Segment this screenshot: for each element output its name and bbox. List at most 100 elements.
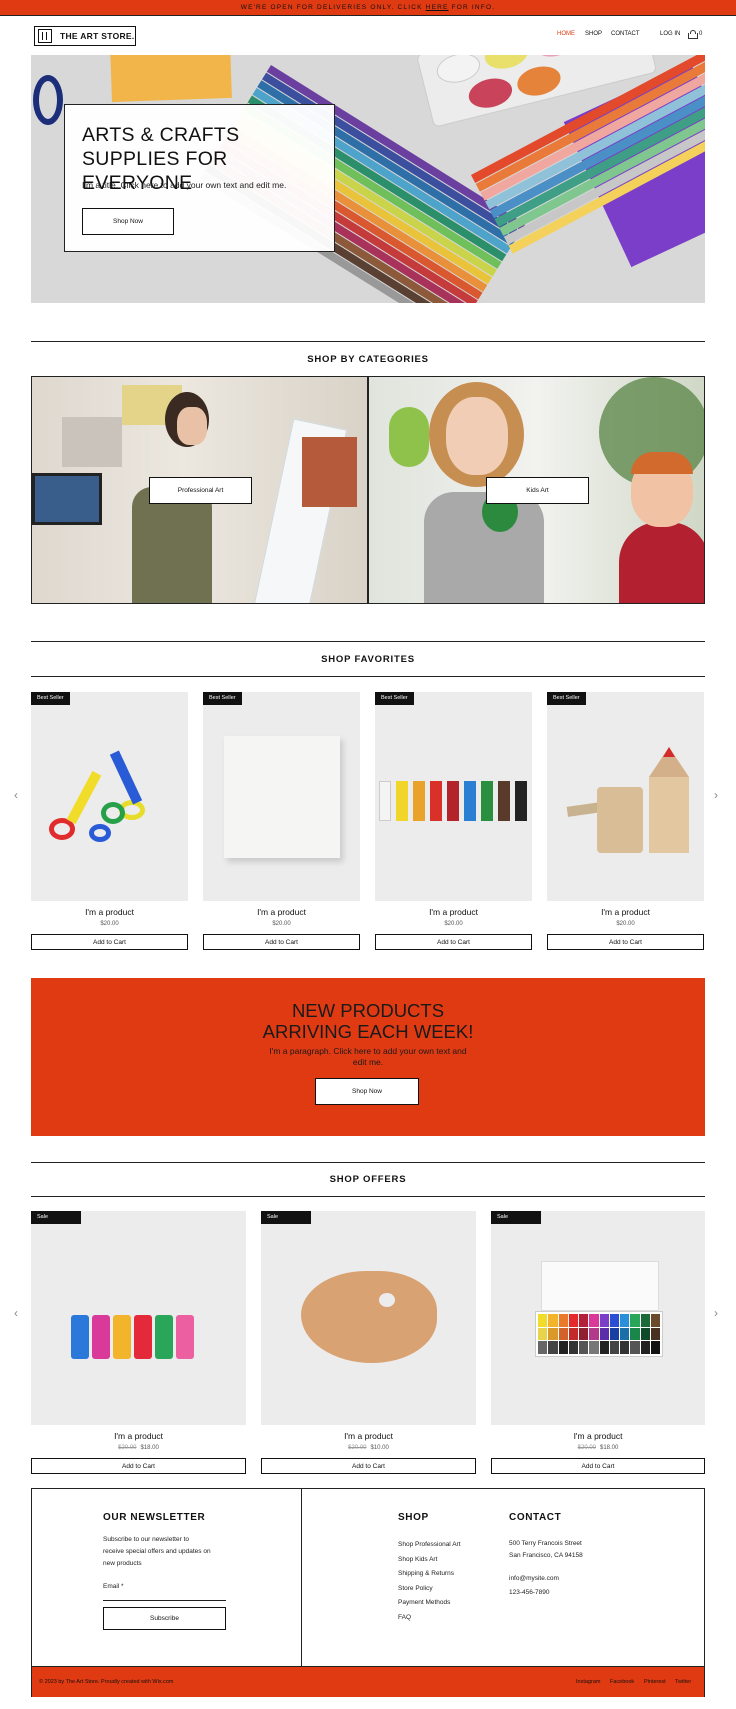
product-name[interactable]: I'm a product xyxy=(203,907,360,917)
add-to-cart-button[interactable]: Add to Cart xyxy=(31,1458,246,1474)
social-pinterest[interactable]: Pinterest xyxy=(644,1679,666,1685)
chevron-right-icon[interactable]: › xyxy=(714,788,718,802)
product-name[interactable]: I'm a product xyxy=(31,1431,246,1441)
footer-address: 500 Terry Francois Street San Francisco,… xyxy=(509,1538,583,1562)
chevron-right-icon[interactable]: › xyxy=(714,1306,718,1320)
chevron-left-icon[interactable]: ‹ xyxy=(14,788,18,802)
add-to-cart-button[interactable]: Add to Cart xyxy=(491,1458,705,1474)
footer-link[interactable]: Shop Kids Art xyxy=(398,1553,461,1568)
newsletter-text: Subscribe to our newsletter to receive s… xyxy=(103,1534,211,1570)
best-seller-badge: Best Seller xyxy=(375,692,414,705)
announcement-link[interactable]: HERE xyxy=(426,4,449,11)
email-label: Email * xyxy=(103,1583,124,1590)
sale-badge: Sale xyxy=(261,1211,311,1224)
section-divider xyxy=(31,641,705,642)
login-link[interactable]: LOG IN xyxy=(660,31,680,37)
add-to-cart-button[interactable]: Add to Cart xyxy=(261,1458,476,1474)
product-price: $20.00 $18.00 xyxy=(31,1445,246,1451)
product-name[interactable]: I'm a product xyxy=(261,1431,476,1441)
logo-mark-icon xyxy=(38,29,52,43)
product-image[interactable]: Sale xyxy=(491,1211,705,1425)
hero-subtitle: I'm a title. Click here to add your own … xyxy=(82,180,287,190)
product-image[interactable]: Sale xyxy=(261,1211,476,1425)
promo-shop-now-button[interactable]: Shop Now xyxy=(315,1078,419,1105)
category-label-kids-art[interactable]: Kids Art xyxy=(486,477,589,504)
promo-paragraph: I'm a paragraph. Click here to add your … xyxy=(269,1046,467,1067)
nav-contact[interactable]: CONTACT xyxy=(611,31,640,37)
section-divider xyxy=(31,676,705,677)
category-professional-art[interactable]: Professional Art xyxy=(31,376,368,604)
chevron-left-icon[interactable]: ‹ xyxy=(14,1306,18,1320)
product-image[interactable]: Best Seller xyxy=(547,692,704,901)
product-name[interactable]: I'm a product xyxy=(31,907,188,917)
footer-phone: 123-456-7890 xyxy=(509,1589,550,1596)
newsletter-text-line: receive special offers and updates on xyxy=(103,1548,211,1555)
announcement-text-end: FOR INFO. xyxy=(448,4,496,11)
product-price: $20.00 $18.00 xyxy=(491,1445,705,1451)
promo-title-line-1: NEW PRODUCTS xyxy=(291,1000,445,1021)
footer-divider xyxy=(301,1489,302,1666)
hero-shop-now-button[interactable]: Shop Now xyxy=(82,208,174,235)
product-price: $20.00 xyxy=(444,921,463,927)
footer-email[interactable]: info@mysite.com xyxy=(509,1573,559,1585)
newsletter-text-line: new products xyxy=(103,1560,142,1567)
product-name[interactable]: I'm a product xyxy=(547,907,704,917)
logo-text: THE ART STORE. xyxy=(60,31,135,41)
old-price: $20.00 xyxy=(118,1445,137,1451)
announcement-bar: WE'RE OPEN FOR DELIVERIES ONLY. CLICK HE… xyxy=(0,0,736,16)
site-logo[interactable]: THE ART STORE. xyxy=(34,26,136,46)
best-seller-badge: Best Seller xyxy=(547,692,586,705)
social-facebook[interactable]: Facebook xyxy=(610,1679,634,1685)
promo-title: NEW PRODUCTS ARRIVING EACH WEEK! xyxy=(31,1000,705,1042)
footer-shop-links: Shop Professional Art Shop Kids Art Ship… xyxy=(398,1538,461,1625)
hero-card: ARTS & CRAFTS SUPPLIES FOR EVERYONE I'm … xyxy=(64,104,335,252)
product-price: $20.00 $10.00 xyxy=(261,1445,476,1451)
social-twitter[interactable]: Twitter xyxy=(675,1679,691,1685)
category-label-professional-art[interactable]: Professional Art xyxy=(149,477,252,504)
favorites-title: SHOP FAVORITES xyxy=(321,654,415,665)
footer-link[interactable]: Shop Professional Art xyxy=(398,1538,461,1553)
old-price: $20.00 xyxy=(348,1445,367,1451)
product-name[interactable]: I'm a product xyxy=(491,1431,705,1441)
category-kids-art[interactable]: Kids Art xyxy=(368,376,705,604)
product-price: $20.00 xyxy=(272,921,291,927)
nav-home[interactable]: HOME xyxy=(557,31,575,37)
add-to-cart-button[interactable]: Add to Cart xyxy=(375,934,532,950)
product-price: $20.00 xyxy=(616,921,635,927)
footer-shop-title: SHOP xyxy=(398,1512,429,1523)
section-divider xyxy=(31,341,705,342)
sale-price: $18.00 xyxy=(600,1445,619,1451)
footer-link[interactable]: Payment Methods xyxy=(398,1596,461,1611)
scissor-handle-shape xyxy=(33,75,63,125)
add-to-cart-button[interactable]: Add to Cart xyxy=(203,934,360,950)
old-price: $20.00 xyxy=(577,1445,596,1451)
footer-link[interactable]: FAQ xyxy=(398,1611,461,1626)
product-image[interactable]: Best Seller xyxy=(203,692,360,901)
nav-shop[interactable]: SHOP xyxy=(585,31,602,37)
announcement-text: WE'RE OPEN FOR DELIVERIES ONLY. CLICK xyxy=(240,4,426,11)
subscribe-button[interactable]: Subscribe xyxy=(103,1607,226,1630)
section-divider xyxy=(31,1162,705,1163)
product-image[interactable]: Best Seller xyxy=(375,692,532,901)
product-name[interactable]: I'm a product xyxy=(375,907,532,917)
site-header: THE ART STORE. HOME SHOP CONTACT LOG IN … xyxy=(0,16,736,54)
product-image[interactable]: Best Seller xyxy=(31,692,188,901)
social-instagram[interactable]: Instagram xyxy=(576,1679,600,1685)
footer-link[interactable]: Shipping & Returns xyxy=(398,1567,461,1582)
footer-bottom-bar: © 2023 by The Art Store. Proudly created… xyxy=(32,1666,704,1697)
best-seller-badge: Best Seller xyxy=(31,692,70,705)
sale-price: $18.00 xyxy=(140,1445,159,1451)
email-input[interactable] xyxy=(103,1600,226,1601)
footer-link[interactable]: Store Policy xyxy=(398,1582,461,1597)
promo-title-line-2: ARRIVING EACH WEEK! xyxy=(262,1021,474,1042)
newsletter-text-line: Subscribe to our newsletter to xyxy=(103,1536,189,1543)
sale-badge: Sale xyxy=(491,1211,541,1224)
sale-price: $10.00 xyxy=(370,1445,389,1451)
product-image[interactable]: Sale xyxy=(31,1211,246,1425)
add-to-cart-button[interactable]: Add to Cart xyxy=(31,934,188,950)
add-to-cart-button[interactable]: Add to Cart xyxy=(547,934,704,950)
copyright-text: © 2023 by The Art Store. Proudly created… xyxy=(39,1679,174,1685)
footer-contact-title: CONTACT xyxy=(509,1512,562,1523)
address-line: 500 Terry Francois Street xyxy=(509,1540,582,1547)
sale-badge: Sale xyxy=(31,1211,81,1224)
